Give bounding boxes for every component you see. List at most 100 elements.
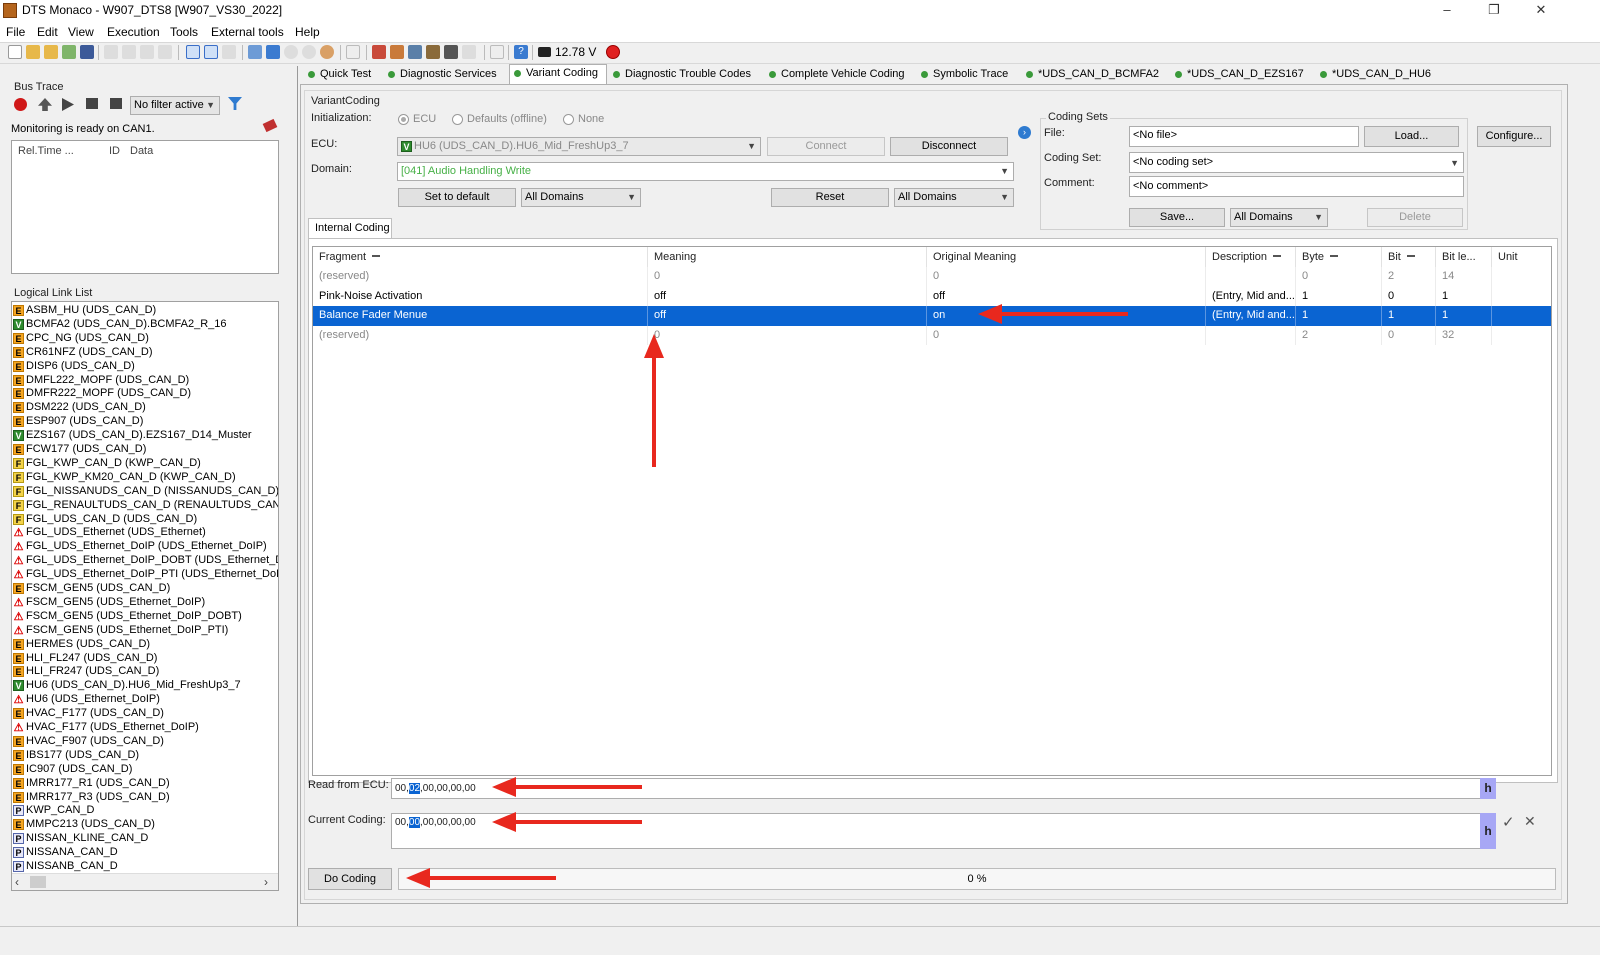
logical-link-item[interactable]: V EZS167 (UDS_CAN_D).EZS167_D14_Muster (13, 429, 278, 443)
domain-filter-combo-2[interactable]: All Domains ▼ (894, 188, 1014, 207)
record-button[interactable] (14, 98, 27, 111)
do-coding-button[interactable]: Do Coding (308, 868, 392, 890)
logical-link-item[interactable]: ⚠ FSCM_GEN5 (UDS_Ethernet_DoIP) (13, 596, 278, 610)
delete-icon[interactable] (158, 45, 172, 59)
menu-tools[interactable]: Tools (170, 25, 198, 39)
col-fragment[interactable]: Fragment (313, 247, 648, 267)
apply-coding-icon[interactable]: ✓ (1502, 813, 1515, 831)
tab-variant-coding[interactable]: Variant Coding (509, 64, 607, 84)
save-set-button[interactable]: Save... (1129, 208, 1225, 227)
tab-diagnostic-trouble-codes[interactable]: Diagnostic Trouble Codes (609, 66, 763, 84)
trace-stop-icon[interactable] (86, 98, 98, 109)
scroll-right-icon[interactable]: › (264, 875, 268, 889)
trace-clear-icon[interactable] (110, 98, 122, 109)
col-bit[interactable]: Bit (1382, 247, 1436, 267)
stop-icon[interactable] (266, 45, 280, 59)
cancel-coding-icon[interactable]: ✕ (1524, 813, 1536, 830)
cut-icon[interactable] (104, 45, 118, 59)
logical-link-item[interactable]: ⚠ FGL_UDS_Ethernet_DoIP_DOBT (UDS_Etherne… (13, 554, 278, 568)
disconnect-button[interactable]: Disconnect (890, 137, 1008, 156)
copy-icon[interactable] (122, 45, 136, 59)
tool-1-icon[interactable] (372, 45, 386, 59)
coding-grid[interactable]: Fragment Meaning Original Meaning Descri… (312, 246, 1552, 776)
logical-link-item[interactable]: E HLI_FR247 (UDS_CAN_D) (13, 665, 278, 679)
menu-file[interactable]: File (6, 25, 25, 39)
menu-external-tools[interactable]: External tools (211, 25, 284, 39)
logical-link-item[interactable]: P NISSAN_KLINE_CAN_D (13, 832, 278, 846)
logical-link-item[interactable]: ⚠ HVAC_F177 (UDS_Ethernet_DoIP) (13, 721, 278, 735)
logical-link-item[interactable]: V HU6 (UDS_CAN_D).HU6_Mid_FreshUp3_7 (13, 679, 278, 693)
domain-filter-combo-1[interactable]: All Domains ▼ (521, 188, 641, 207)
scroll-thumb[interactable] (30, 876, 46, 888)
layout-split-icon[interactable] (204, 45, 218, 59)
table-row[interactable]: Pink-Noise Activation off off (Entry, Mid a… (313, 286, 1551, 306)
tab-uds-can-d-ezs167[interactable]: *UDS_CAN_D_EZS167 (1171, 66, 1314, 84)
col-unit[interactable]: Unit (1492, 247, 1551, 267)
col-meaning[interactable]: Meaning (648, 247, 927, 267)
logical-link-item[interactable]: E ESP907 (UDS_CAN_D) (13, 415, 278, 429)
current-hex-format-button[interactable]: h (1480, 813, 1496, 849)
logical-link-item[interactable]: ⚠ FGL_UDS_Ethernet (UDS_Ethernet) (13, 526, 278, 540)
logical-link-item[interactable]: E HVAC_F907 (UDS_CAN_D) (13, 735, 278, 749)
info-icon[interactable]: › (1018, 126, 1031, 139)
menu-edit[interactable]: Edit (37, 25, 58, 39)
tab-uds-can-d-hu6[interactable]: *UDS_CAN_D_HU6 (1316, 66, 1438, 84)
logical-link-item[interactable]: F FGL_KWP_KM20_CAN_D (KWP_CAN_D) (13, 471, 278, 485)
close-button[interactable]: ✕ (1531, 2, 1551, 20)
logical-link-item[interactable]: E DSM222 (UDS_CAN_D) (13, 401, 278, 415)
init-none-radio[interactable] (563, 114, 574, 125)
logical-link-item[interactable]: P NISSANB_CAN_D (13, 860, 278, 874)
tab-quick-test[interactable]: Quick Test (304, 66, 382, 84)
menu-execution[interactable]: Execution (107, 25, 160, 39)
logical-link-item[interactable]: E DMFR222_MOPF (UDS_CAN_D) (13, 387, 278, 401)
paste-icon[interactable] (140, 45, 154, 59)
tool-3-icon[interactable] (408, 45, 422, 59)
logical-link-item[interactable]: P KWP_CAN_D (13, 804, 278, 818)
logical-link-item[interactable]: E CR61NFZ (UDS_CAN_D) (13, 346, 278, 360)
reset-button[interactable]: Reset (771, 188, 889, 207)
logical-link-item[interactable]: E HERMES (UDS_CAN_D) (13, 638, 278, 652)
scroll-left-icon[interactable]: ‹ (15, 875, 19, 889)
help-icon[interactable]: ? (514, 45, 528, 59)
tool-2-icon[interactable] (390, 45, 404, 59)
logical-link-item[interactable]: F FGL_UDS_CAN_D (UDS_CAN_D) (13, 513, 278, 527)
open-folder-icon[interactable] (44, 45, 58, 59)
logical-link-item[interactable]: E DISP6 (UDS_CAN_D) (13, 360, 278, 374)
menu-help[interactable]: Help (295, 25, 320, 39)
comment-field[interactable]: <No comment> (1129, 176, 1464, 197)
horizontal-scrollbar[interactable]: ‹ › (12, 873, 278, 890)
col-description[interactable]: Description (1206, 247, 1296, 267)
tool-5-icon[interactable] (462, 45, 476, 59)
logical-link-item[interactable]: ⚠ FGL_UDS_Ethernet_DoIP_PTI (UDS_Ethernet… (13, 568, 278, 582)
logical-link-item[interactable]: E ASBM_HU (UDS_CAN_D) (13, 304, 278, 318)
col-byte[interactable]: Byte (1296, 247, 1382, 267)
logical-link-item[interactable]: ⚠ FSCM_GEN5 (UDS_Ethernet_DoIP_PTI) (13, 624, 278, 638)
document-icon[interactable] (346, 45, 360, 59)
tab-diagnostic-services[interactable]: Diagnostic Services (384, 66, 507, 84)
coding-set-combo[interactable]: <No coding set> ▼ (1129, 152, 1464, 173)
connect-icon[interactable] (248, 45, 262, 59)
load-button[interactable]: Load... (1364, 126, 1459, 147)
logical-link-item[interactable]: E IC907 (UDS_CAN_D) (13, 763, 278, 777)
read-hex-format-button[interactable]: h (1480, 778, 1496, 799)
print-icon[interactable] (444, 45, 458, 59)
logical-link-item[interactable]: P NISSANA_CAN_D (13, 846, 278, 860)
minimize-button[interactable]: – (1437, 2, 1457, 20)
save-icon[interactable] (80, 45, 94, 59)
stop-sign-icon[interactable] (606, 45, 620, 59)
trace-icon[interactable] (320, 45, 334, 59)
table-row[interactable]: (reserved) 0 0 2 0 32 (313, 325, 1551, 345)
restore-button[interactable]: ❐ (1484, 2, 1504, 20)
logical-link-item[interactable]: F FGL_RENAULTUDS_CAN_D (RENAULTUDS_CAN_D) (13, 499, 278, 513)
logical-link-item[interactable]: E DMFL222_MOPF (UDS_CAN_D) (13, 374, 278, 388)
logical-link-item[interactable]: ⚠ HU6 (UDS_Ethernet_DoIP) (13, 693, 278, 707)
record-icon[interactable] (284, 45, 298, 59)
init-ecu-radio[interactable] (398, 114, 409, 125)
init-defaults-radio[interactable] (452, 114, 463, 125)
coding-set-domain-combo[interactable]: All Domains ▼ (1230, 208, 1328, 227)
tool-6-icon[interactable] (490, 45, 504, 59)
logical-link-item[interactable]: E IMRR177_R1 (UDS_CAN_D) (13, 777, 278, 791)
logical-link-item[interactable]: ⚠ FGL_UDS_Ethernet_DoIP (UDS_Ethernet_DoI… (13, 540, 278, 554)
logical-link-item[interactable]: E HLI_FL247 (UDS_CAN_D) (13, 652, 278, 666)
file-field[interactable]: <No file> (1129, 126, 1359, 147)
